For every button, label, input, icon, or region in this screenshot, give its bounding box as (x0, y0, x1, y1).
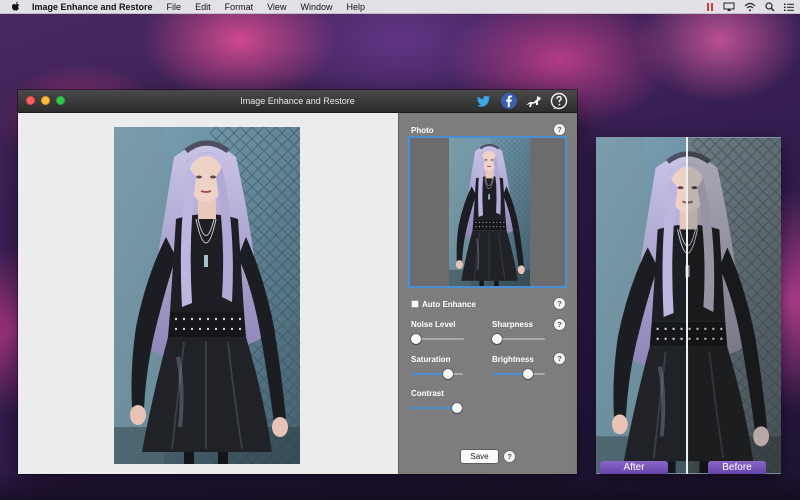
comparison-divider[interactable] (686, 137, 688, 474)
noise-level-label: Noise Level (411, 320, 456, 329)
auto-enhance-help-button[interactable]: ? (554, 298, 565, 309)
before-tag: Before (708, 461, 766, 474)
menu-file[interactable]: File (167, 2, 182, 12)
list-icon[interactable] (784, 2, 794, 12)
photo-preview[interactable] (408, 136, 567, 288)
pause-icon[interactable] (706, 2, 714, 12)
image-canvas[interactable] (18, 113, 398, 474)
save-button[interactable]: Save (461, 450, 498, 463)
search-icon[interactable] (765, 2, 775, 12)
contrast-label: Contrast (411, 389, 444, 398)
twitter-icon[interactable] (474, 91, 494, 111)
settings-panel: Photo ? Auto Enhance ? Noise Level Sharp… (398, 113, 577, 474)
after-half (596, 137, 686, 474)
cast-icon[interactable] (723, 2, 735, 12)
before-half (688, 137, 781, 474)
saturation-label: Saturation (411, 355, 451, 364)
main-window: Image Enhance and Restore Photo ? Auto E… (18, 90, 577, 474)
noise-level-slider[interactable] (411, 334, 464, 344)
menu-view[interactable]: View (267, 2, 286, 12)
slider-knob[interactable] (443, 369, 454, 379)
menu-app-name[interactable]: Image Enhance and Restore (32, 2, 153, 12)
title-bar-icons (474, 91, 569, 111)
save-help-button[interactable]: ? (504, 451, 515, 462)
noise-sharpness-help-button[interactable]: ? (554, 319, 565, 330)
saturation-slider[interactable] (411, 369, 463, 379)
slider-knob[interactable] (411, 334, 421, 344)
menu-format[interactable]: Format (225, 2, 254, 12)
menu-help[interactable]: Help (346, 2, 365, 12)
main-photo[interactable] (114, 127, 300, 464)
brightness-label: Brightness (492, 355, 534, 364)
title-bar[interactable]: Image Enhance and Restore (18, 90, 577, 113)
apple-logo-icon[interactable] (11, 1, 21, 12)
wifi-icon[interactable] (744, 2, 756, 12)
slider-knob[interactable] (492, 334, 502, 344)
sharpness-label: Sharpness (492, 320, 533, 329)
menu-edit[interactable]: Edit (195, 2, 211, 12)
saturation-brightness-help-button[interactable]: ? (554, 353, 565, 364)
help-bubble-icon[interactable] (549, 91, 569, 111)
auto-enhance-checkbox[interactable] (411, 300, 419, 308)
photo-preview-image (449, 138, 530, 286)
status-tray (706, 0, 794, 14)
slider-knob[interactable] (523, 369, 534, 379)
facebook-icon[interactable] (499, 91, 519, 111)
photo-help-button[interactable]: ? (554, 124, 565, 135)
dog-icon[interactable] (524, 91, 544, 111)
brightness-slider[interactable] (493, 369, 545, 379)
after-tag: After (600, 461, 668, 474)
before-after-comparison[interactable]: After Before (596, 137, 781, 474)
auto-enhance-label: Auto Enhance (422, 300, 476, 309)
menu-bar: Image Enhance and Restore File Edit Form… (0, 0, 800, 14)
desktop-bottom-edge (0, 474, 800, 500)
slider-knob[interactable] (451, 403, 462, 413)
menu-window[interactable]: Window (300, 2, 332, 12)
sharpness-slider[interactable] (492, 334, 545, 344)
contrast-slider[interactable] (411, 403, 463, 413)
photo-label: Photo (411, 126, 434, 135)
